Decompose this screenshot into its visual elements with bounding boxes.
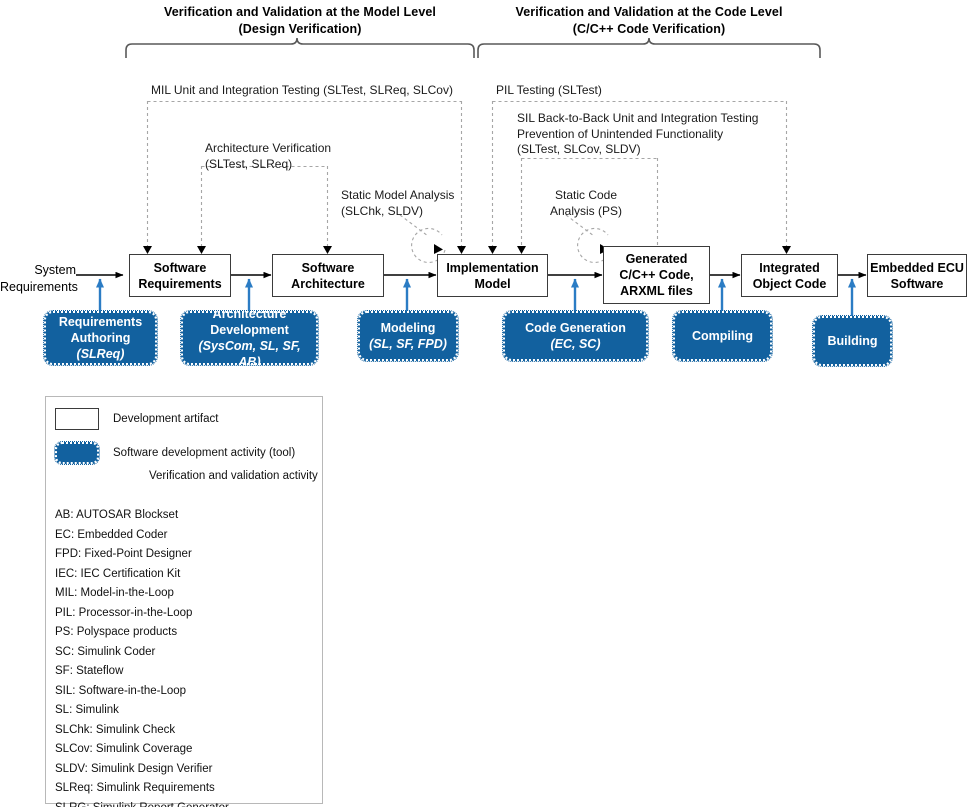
activity-label-architecture-development: Architecture Development [210,307,289,337]
vv-label-architecture-verification: Architecture Verification (SLTest, SLReq… [205,141,332,171]
bracket-title-code: Verification and Validation at the Code … [515,5,783,19]
abbreviation-item: PS: Polyspace products [55,626,178,638]
activity-tools-modeling: (SL, SF, FPD) [369,337,447,351]
abbreviation-item: SLRG: Simulink Report Generator [55,799,229,807]
legend-item-development-artifact: Development artifact [55,408,218,430]
artifact-generated-code: Generated C/C++ Code, ARXML files [603,246,710,304]
abbreviation-item: AB: AUTOSAR Blockset [55,509,179,521]
vv-label-static-model-analysis: Static Model Analysis (SLChk, SLDV) [341,188,455,218]
system-requirements-label: System Requirements [0,263,78,294]
abbreviation-item: SL: Simulink [55,704,119,716]
legend-item-software-development-activity: Software development activity (tool) [54,441,296,465]
abbreviation-item: IEC: IEC Certification Kit [55,567,181,580]
activity-architecture-development[interactable]: Architecture Development (SysCom, SL, SF… [180,307,319,369]
bracket-subtitle-model: (Design Verification) [238,22,362,36]
legend-label-verification-validation-activity: Verification and validation activity [149,470,318,482]
artifact-swatch-icon [55,408,99,430]
activity-label-code-generation: Code Generation [525,321,626,335]
vv-label-pil-testing: PIL Testing (SLTest) [496,83,602,97]
activity-requirements-authoring[interactable]: Requirements Authoring (SLReq) [43,310,158,366]
legend-label-development-artifact: Development artifact [113,412,219,425]
legend-item-verification-validation-activity: Verification and validation activity [55,469,318,484]
bracket-subtitle-code: (C/C++ Code Verification) [572,22,726,36]
abbreviation-item: SF: Stateflow [55,665,124,677]
activity-label-compiling: Compiling [691,329,754,343]
vv-label-mil-unit-integration: MIL Unit and Integration Testing (SLTest… [151,83,453,97]
abbreviation-item: SLDV: Simulink Design Verifier [55,762,213,775]
artifact-implementation-model: Implementation Model [437,254,548,297]
artifact-integrated-object-code: Integrated Object Code [741,254,838,297]
legend-label-software-development-activity: Software development activity (tool) [113,446,296,459]
abbreviation-item: PIL: Processor-in-the-Loop [55,606,193,619]
bracket-caption-model-level: Verification and Validation at the Model… [126,4,474,38]
activity-label-building: Building [827,334,878,348]
abbreviation-item: SLChk: Simulink Check [55,723,176,736]
vv-label-sil-back-to-back: SIL Back-to-Back Unit and Integration Te… [517,111,759,156]
abbreviation-list: AB: AUTOSAR Blockset EC: Embedded Coder FP… [55,506,229,807]
activity-swatch-icon [54,441,100,465]
loop-arrowhead-model [434,244,443,254]
activity-label-requirements-authoring: Requirements Authoring [58,315,143,345]
activity-tools-architecture-development: (SysCom, SL, SF, AB) [198,339,301,369]
abbreviation-item: SLCov: Simulink Coverage [55,743,193,755]
abbreviation-item: MIL: Model-in-the-Loop [55,587,174,599]
activity-compiling[interactable]: Compiling [672,310,773,362]
legend-panel: Development artifact Software developmen… [45,396,323,807]
artifact-software-architecture: Software Architecture [272,254,384,297]
activity-label-modeling: Modeling [380,321,436,335]
artifact-embedded-ecu-software: Embedded ECU Software [867,254,967,297]
abbreviation-item: SIL: Software-in-the-Loop [55,684,187,697]
activity-tools-code-generation: (EC, SC) [550,337,601,351]
bracket-code-level [477,37,821,58]
dashed-arrow-swatch-icon [55,470,147,484]
abbreviation-item: EC: Embedded Coder [55,528,168,541]
abbreviation-item: SLReq: Simulink Requirements [55,782,215,794]
artifact-software-requirements: Software Requirements [129,254,231,297]
activity-code-generation[interactable]: Code Generation (EC, SC) [502,310,649,362]
activity-building[interactable]: Building [812,315,893,367]
bracket-title-model: Verification and Validation at the Model… [163,5,437,19]
bracket-caption-code-level: Verification and Validation at the Code … [478,4,820,38]
abbreviation-item: FPD: Fixed-Point Designer [55,548,192,560]
diagram-canvas: Verification and Validation at the Model… [0,0,973,807]
vv-label-static-code-analysis: Static Code Analysis (PS) [550,188,623,218]
abbreviation-item: SC: Simulink Coder [55,645,156,658]
activity-tools-requirements-authoring: (SLReq) [76,347,125,361]
activity-modeling[interactable]: Modeling (SL, SF, FPD) [357,310,459,362]
bracket-model-level [125,37,475,58]
